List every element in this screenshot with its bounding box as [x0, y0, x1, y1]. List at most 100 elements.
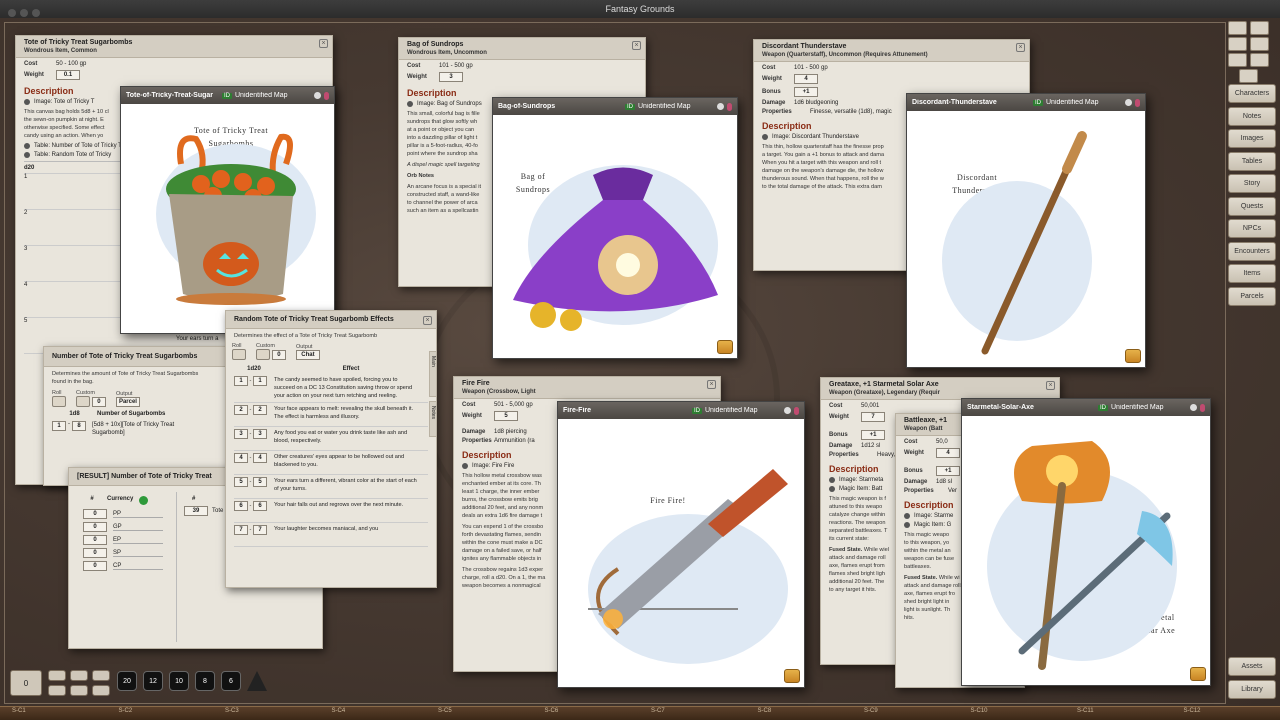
- link-icon[interactable]: [24, 99, 30, 105]
- tool-icon[interactable]: [1228, 21, 1247, 35]
- image-link[interactable]: Image: Discordant Thunderstave: [772, 134, 859, 140]
- d6-die[interactable]: 6: [221, 671, 241, 691]
- table-link[interactable]: Table: Random Tote of Tricky: [34, 152, 111, 158]
- damage-value[interactable]: 1d8 sl: [936, 479, 952, 485]
- modifier-button[interactable]: [48, 670, 66, 681]
- number-table-window[interactable]: Number of Tote of Tricky Treat Sugarbomb…: [43, 346, 228, 486]
- link-icon[interactable]: [462, 463, 468, 469]
- bonus-value[interactable]: +1: [794, 87, 818, 97]
- image-link[interactable]: Image: Tote of Tricky T: [34, 99, 94, 105]
- potion-icon[interactable]: [727, 103, 732, 111]
- custom-value[interactable]: 0: [272, 350, 286, 360]
- minimize-dot[interactable]: [20, 9, 28, 17]
- shortcut-slot[interactable]: S-C1: [12, 708, 26, 714]
- stave-image-window[interactable]: Discordant-ThunderstaveIDUnidentified Ma…: [906, 93, 1146, 368]
- cost-value[interactable]: 50,001: [861, 403, 879, 409]
- d4-die-icon[interactable]: [247, 671, 267, 691]
- weight-value[interactable]: 4: [794, 74, 818, 84]
- output-select[interactable]: Parcel: [116, 397, 140, 407]
- custom-value[interactable]: 0: [92, 397, 106, 407]
- damage-value[interactable]: 1d8 piercing: [494, 429, 527, 435]
- shortcut-slot[interactable]: S-C2: [119, 708, 133, 714]
- magic-item-link[interactable]: Magic Item: Batt: [839, 486, 882, 492]
- link-icon[interactable]: [24, 152, 30, 158]
- image-link[interactable]: Image: Fire Fire: [472, 463, 514, 469]
- range-min[interactable]: 5: [234, 477, 248, 487]
- shortcut-slot[interactable]: S-C11: [1077, 708, 1094, 714]
- table-link[interactable]: Table: Number of Tote of Tricky T: [34, 143, 122, 149]
- sidebar-item-images[interactable]: Images: [1228, 129, 1276, 148]
- image-titlebar[interactable]: Tote-of-Tricky-Treat-SugarIDUnidentified…: [121, 87, 334, 104]
- range-max[interactable]: 1: [253, 376, 267, 386]
- currency-amount[interactable]: 0: [83, 548, 107, 558]
- sidebar-item-tables[interactable]: Tables: [1228, 152, 1276, 171]
- tool-icon[interactable]: [1239, 69, 1258, 83]
- d12-die[interactable]: 12: [143, 671, 163, 691]
- sidebar-item-story[interactable]: Story: [1228, 174, 1276, 193]
- range-max[interactable]: 3: [253, 429, 267, 439]
- damage-value[interactable]: 1d6 bludgeoning: [794, 100, 838, 106]
- cost-value[interactable]: 101 - 500 gp: [794, 65, 828, 71]
- weight-value[interactable]: 7: [861, 412, 885, 422]
- range-min[interactable]: 6: [234, 501, 248, 511]
- custom-dice-button[interactable]: [256, 349, 270, 360]
- potion-icon[interactable]: [1135, 99, 1140, 107]
- add-icon[interactable]: [139, 496, 148, 505]
- range-min[interactable]: 2: [234, 405, 248, 415]
- sidebar-item-library[interactable]: Library: [1228, 680, 1276, 699]
- shortcut-slot[interactable]: S-C9: [864, 708, 878, 714]
- image-link[interactable]: Image: Starme: [914, 513, 953, 519]
- properties-value[interactable]: Ver: [948, 488, 957, 494]
- weight-value[interactable]: 0.1: [56, 70, 80, 80]
- range-max[interactable]: 5: [253, 477, 267, 487]
- tool-icon[interactable]: [1228, 53, 1247, 67]
- bonus-value[interactable]: +1: [861, 430, 885, 440]
- currency-amount[interactable]: 0: [83, 509, 107, 519]
- sidebar-item-notes[interactable]: Notes: [1228, 107, 1276, 126]
- properties-value[interactable]: Heavy,: [877, 452, 895, 458]
- sidebar-item-assets[interactable]: Assets: [1228, 657, 1276, 676]
- item-count[interactable]: 39: [184, 506, 208, 516]
- link-icon[interactable]: [24, 143, 30, 149]
- shortcut-slot[interactable]: S-C12: [1184, 708, 1201, 714]
- magic-item-link[interactable]: Magic Item: G: [914, 522, 951, 528]
- shortcut-slot[interactable]: S-C8: [758, 708, 772, 714]
- cost-value[interactable]: 50,0: [936, 439, 948, 445]
- modifier-button[interactable]: [70, 685, 88, 696]
- link-icon[interactable]: [829, 477, 835, 483]
- d8-die[interactable]: 8: [195, 671, 215, 691]
- mask-icon[interactable]: [1125, 99, 1132, 106]
- sundrops-image-window[interactable]: Bag-of-SundropsIDUnidentified Map Bag of…: [492, 97, 738, 359]
- shortcut-slot[interactable]: S-C5: [438, 708, 452, 714]
- roll-button[interactable]: [232, 349, 246, 360]
- tote-image-window[interactable]: Tote-of-Tricky-Treat-SugarIDUnidentified…: [120, 86, 335, 334]
- weight-value[interactable]: 3: [439, 72, 463, 82]
- axe-image-window[interactable]: Starmetal-Solar-AxeIDUnidentified Map St…: [961, 398, 1211, 686]
- tool-icon[interactable]: [1250, 21, 1269, 35]
- currency-amount[interactable]: 0: [83, 561, 107, 571]
- range-min[interactable]: 1: [234, 376, 248, 386]
- range-min[interactable]: 3: [234, 429, 248, 439]
- firefire-image-window[interactable]: Fire-FireIDUnidentified Map Fire Fire!: [557, 401, 805, 688]
- sidebar-item-encounters[interactable]: Encounters: [1228, 242, 1276, 261]
- close-icon[interactable]: ×: [1046, 381, 1055, 390]
- mask-icon[interactable]: [784, 407, 791, 414]
- shortcut-slot[interactable]: S-C4: [332, 708, 346, 714]
- image-titlebar[interactable]: Fire-FireIDUnidentified Map: [558, 402, 804, 419]
- currency-name[interactable]: CP: [113, 563, 163, 570]
- mask-icon[interactable]: [1190, 404, 1197, 411]
- counter-box[interactable]: 0: [10, 670, 42, 696]
- sidebar-item-items[interactable]: Items: [1228, 264, 1276, 283]
- range-max[interactable]: 6: [253, 501, 267, 511]
- currency-amount[interactable]: 0: [83, 522, 107, 532]
- modifier-button[interactable]: [48, 685, 66, 696]
- range-max[interactable]: 4: [253, 453, 267, 463]
- shortcut-slot[interactable]: S-C3: [225, 708, 239, 714]
- tool-icon[interactable]: [1228, 37, 1247, 51]
- shortcut-slot[interactable]: S-C6: [545, 708, 559, 714]
- id-badge[interactable]: ID: [222, 93, 232, 99]
- tab-notes[interactable]: Notes: [429, 401, 437, 437]
- image-titlebar[interactable]: Discordant-ThunderstaveIDUnidentified Ma…: [907, 94, 1145, 111]
- link-icon[interactable]: [407, 101, 413, 107]
- range-min[interactable]: 1: [52, 421, 66, 431]
